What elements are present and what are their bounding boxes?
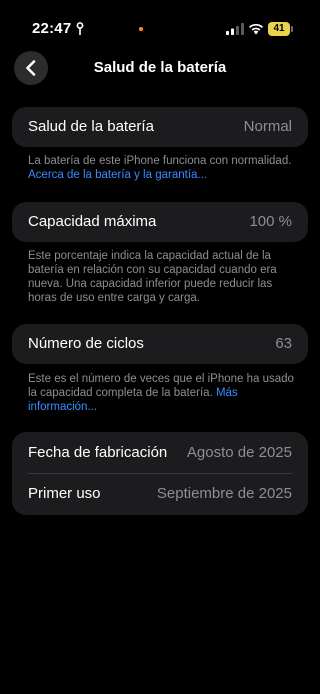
manufacture-date-value: Agosto de 2025 (186, 444, 292, 461)
max-capacity-footer-text: Este porcentaje indica la capacidad actu… (28, 250, 277, 304)
cycle-count-value: 63 (275, 335, 292, 352)
battery-health-value: Normal (243, 118, 292, 135)
signal-icon (226, 23, 244, 35)
battery-tip (291, 26, 293, 32)
page-title: Salud de la batería (93, 59, 227, 76)
cycle-count-label: Número de ciclos (28, 335, 144, 352)
cycle-count-group: Número de ciclos 63 (12, 324, 308, 364)
location-icon (76, 22, 84, 35)
cycle-count-row: Número de ciclos 63 (12, 324, 308, 364)
cycle-count-footer: Este es el número de veces que el iPhone… (28, 372, 296, 414)
cycle-count-footer-text: Este es el número de veces que el iPhone… (28, 373, 294, 399)
battery-health-group: Salud de la batería Normal (12, 107, 308, 147)
battery-icon: 41 (268, 22, 294, 36)
manufacture-date-label: Fecha de fabricación (28, 444, 168, 461)
wifi-icon (249, 23, 263, 35)
max-capacity-group: Capacidad máxima 100 % (12, 202, 308, 242)
first-use-label: Primer uso (28, 485, 101, 502)
battery-health-footer-text: La batería de este iPhone funciona con n… (28, 155, 292, 167)
status-time: 22:47 (32, 20, 72, 37)
max-capacity-row: Capacidad máxima 100 % (12, 202, 308, 242)
first-use-value: Septiembre de 2025 (156, 485, 292, 502)
battery-warranty-link[interactable]: Acerca de la batería y la garantía... (28, 169, 207, 181)
first-use-row: Primer uso Septiembre de 2025 (12, 474, 308, 515)
battery-health-label: Salud de la batería (28, 118, 154, 135)
max-capacity-label: Capacidad máxima (28, 213, 157, 230)
battery-health-row: Salud de la batería Normal (12, 107, 308, 147)
status-bar: 22:47 41 (0, 0, 320, 44)
max-capacity-footer: Este porcentaje indica la capacidad actu… (28, 249, 296, 305)
battery-health-footer: La batería de este iPhone funciona con n… (28, 154, 296, 182)
manufacture-date-row: Fecha de fabricación Agosto de 2025 (12, 432, 308, 474)
navigation-bar: Salud de la batería (0, 48, 320, 92)
recording-dot-icon (139, 27, 143, 31)
dates-group: Fecha de fabricación Agosto de 2025 Prim… (12, 432, 308, 515)
max-capacity-value: 100 % (249, 213, 292, 230)
battery-level: 41 (268, 22, 290, 36)
